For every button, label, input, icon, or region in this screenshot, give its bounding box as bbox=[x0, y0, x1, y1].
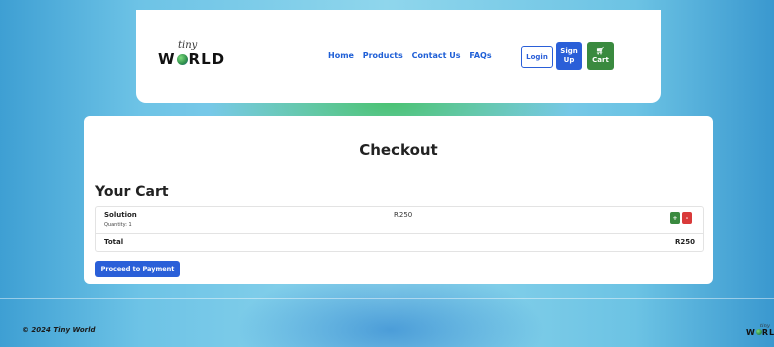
globe-icon bbox=[176, 54, 188, 65]
top-navbar: tiny W RLD Home Products Contact Us FAQs … bbox=[136, 10, 661, 103]
footer-divider bbox=[0, 298, 774, 299]
sign-up-label-line2: Up bbox=[563, 56, 575, 64]
total-value: R250 bbox=[674, 238, 695, 246]
nav-links: Home Products Contact Us FAQs bbox=[328, 51, 498, 60]
footer-logo-world-text: W RL bbox=[746, 328, 774, 337]
total-label: Total bbox=[104, 238, 124, 246]
increase-quantity-button[interactable]: + bbox=[670, 212, 680, 224]
item-name: Solution bbox=[104, 211, 137, 219]
cart-heading: Your Cart bbox=[95, 184, 169, 200]
item-price: R250 bbox=[394, 211, 413, 219]
sign-up-label-line1: Sign bbox=[560, 47, 578, 55]
nav-link-faqs[interactable]: FAQs bbox=[469, 51, 491, 60]
nav-link-home[interactable]: Home bbox=[328, 51, 354, 60]
item-quantity: Quantity: 1 bbox=[104, 222, 132, 228]
cart-item-row: Solution Quantity: 1 R250 + - bbox=[96, 207, 703, 234]
sign-up-button[interactable]: Sign Up bbox=[556, 42, 582, 70]
logo-world-text: W RLD bbox=[158, 50, 226, 68]
nav-link-products[interactable]: Products bbox=[363, 51, 403, 60]
cart-icon: 🛒︎ bbox=[596, 47, 605, 55]
cart-label: Cart bbox=[592, 56, 609, 64]
page-title: Checkout bbox=[359, 141, 438, 159]
nav-link-contact-us[interactable]: Contact Us bbox=[412, 51, 461, 60]
proceed-to-payment-button[interactable]: Proceed to Payment bbox=[95, 261, 180, 277]
footer-copyright: © 2024 Tiny World bbox=[22, 326, 96, 334]
tiny-world-logo[interactable]: tiny W RLD bbox=[158, 40, 238, 76]
cart-table: Solution Quantity: 1 R250 + - Total R250 bbox=[95, 206, 704, 252]
login-button[interactable]: Login bbox=[521, 46, 553, 68]
decrease-quantity-button[interactable]: - bbox=[682, 212, 692, 224]
checkout-panel: Checkout Your Cart Solution Quantity: 1 … bbox=[84, 116, 713, 284]
cart-total-row: Total R250 bbox=[96, 233, 703, 251]
footer-logo: tiny W RL bbox=[743, 323, 774, 341]
cart-button[interactable]: 🛒︎ Cart bbox=[587, 42, 614, 70]
